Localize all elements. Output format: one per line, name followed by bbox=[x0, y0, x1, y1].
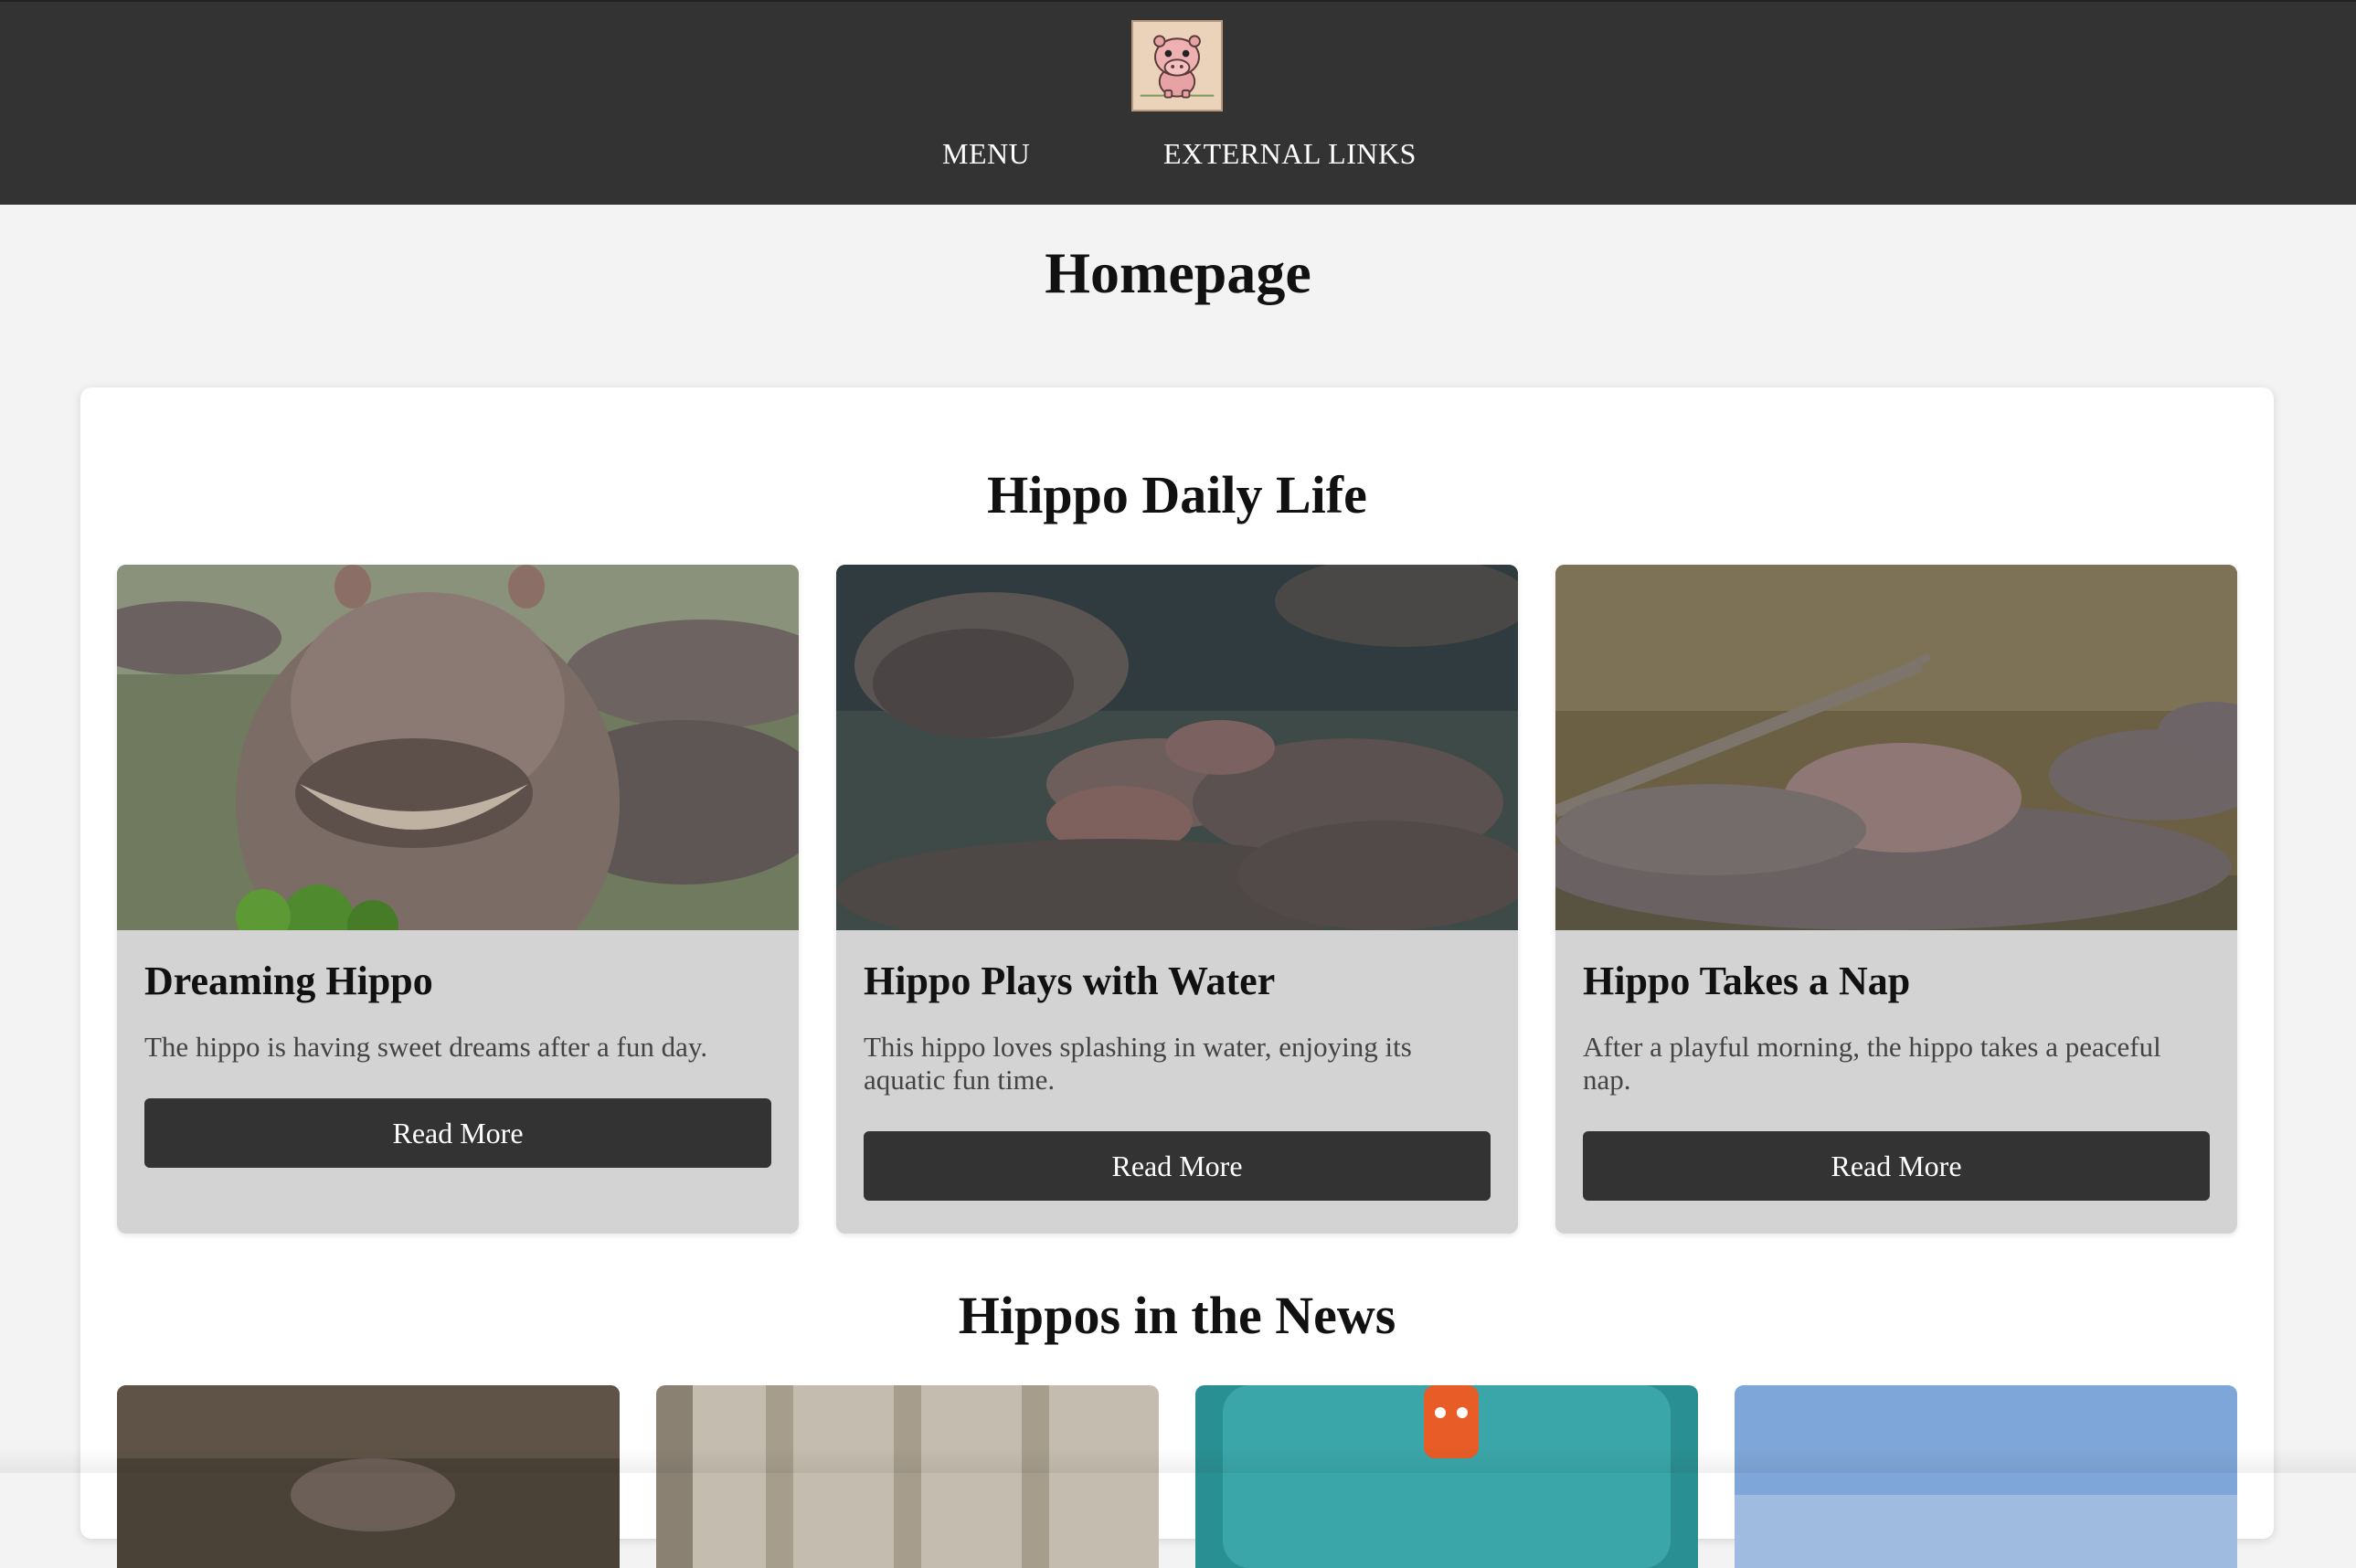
hippo-logo-svg bbox=[1133, 22, 1221, 110]
hippo-photo-image bbox=[1555, 565, 2237, 930]
card-description: After a playful morning, the hippo takes… bbox=[1583, 1031, 2161, 1096]
card-image bbox=[117, 565, 799, 930]
news-card[interactable] bbox=[1195, 1385, 1698, 1568]
read-more-button[interactable]: Read More bbox=[144, 1098, 771, 1168]
site-header: MENU EXTERNAL LINKS bbox=[0, 0, 2356, 205]
nav-external-links-link[interactable]: EXTERNAL LINKS bbox=[1163, 135, 1417, 172]
main-content-panel: Hippo Daily Life Dreaming Hippo The hipp… bbox=[80, 387, 2274, 1568]
page-title: Homepage bbox=[1045, 240, 1311, 305]
hippo-photo-image bbox=[836, 565, 1518, 930]
bottom-scroll-shadow bbox=[0, 1447, 2356, 1473]
news-card[interactable] bbox=[117, 1385, 620, 1568]
card-title: Hippo Takes a Nap bbox=[1583, 959, 1911, 1003]
news-image bbox=[656, 1385, 1159, 1568]
card-image bbox=[836, 565, 1518, 930]
card-dreaming-hippo: Dreaming Hippo The hippo is having sweet… bbox=[117, 565, 799, 1234]
hippo-logo-icon[interactable] bbox=[1131, 20, 1223, 111]
card-title: Dreaming Hippo bbox=[144, 959, 433, 1003]
news-card[interactable] bbox=[656, 1385, 1159, 1568]
news-card[interactable] bbox=[1735, 1385, 2237, 1568]
card-description: This hippo loves splashing in water, enj… bbox=[864, 1031, 1412, 1096]
read-more-button[interactable]: Read More bbox=[1583, 1131, 2210, 1201]
news-image bbox=[117, 1385, 620, 1568]
card-image bbox=[1555, 565, 2237, 930]
news-section-title: Hippos in the News bbox=[958, 1286, 1396, 1345]
card-description: The hippo is having sweet dreams after a… bbox=[144, 1031, 708, 1063]
card-title: Hippo Plays with Water bbox=[864, 959, 1276, 1003]
card-hippo-takes-a-nap: Hippo Takes a Nap After a playful mornin… bbox=[1555, 565, 2237, 1234]
news-image bbox=[1195, 1385, 1698, 1568]
hippo-photo-image bbox=[117, 565, 799, 930]
read-more-button[interactable]: Read More bbox=[864, 1131, 1491, 1201]
daily-life-section-title: Hippo Daily Life bbox=[987, 465, 1367, 524]
card-hippo-plays-with-water: Hippo Plays with Water This hippo loves … bbox=[836, 565, 1518, 1234]
news-image bbox=[1735, 1385, 2237, 1568]
nav-menu-link[interactable]: MENU bbox=[942, 135, 1030, 172]
